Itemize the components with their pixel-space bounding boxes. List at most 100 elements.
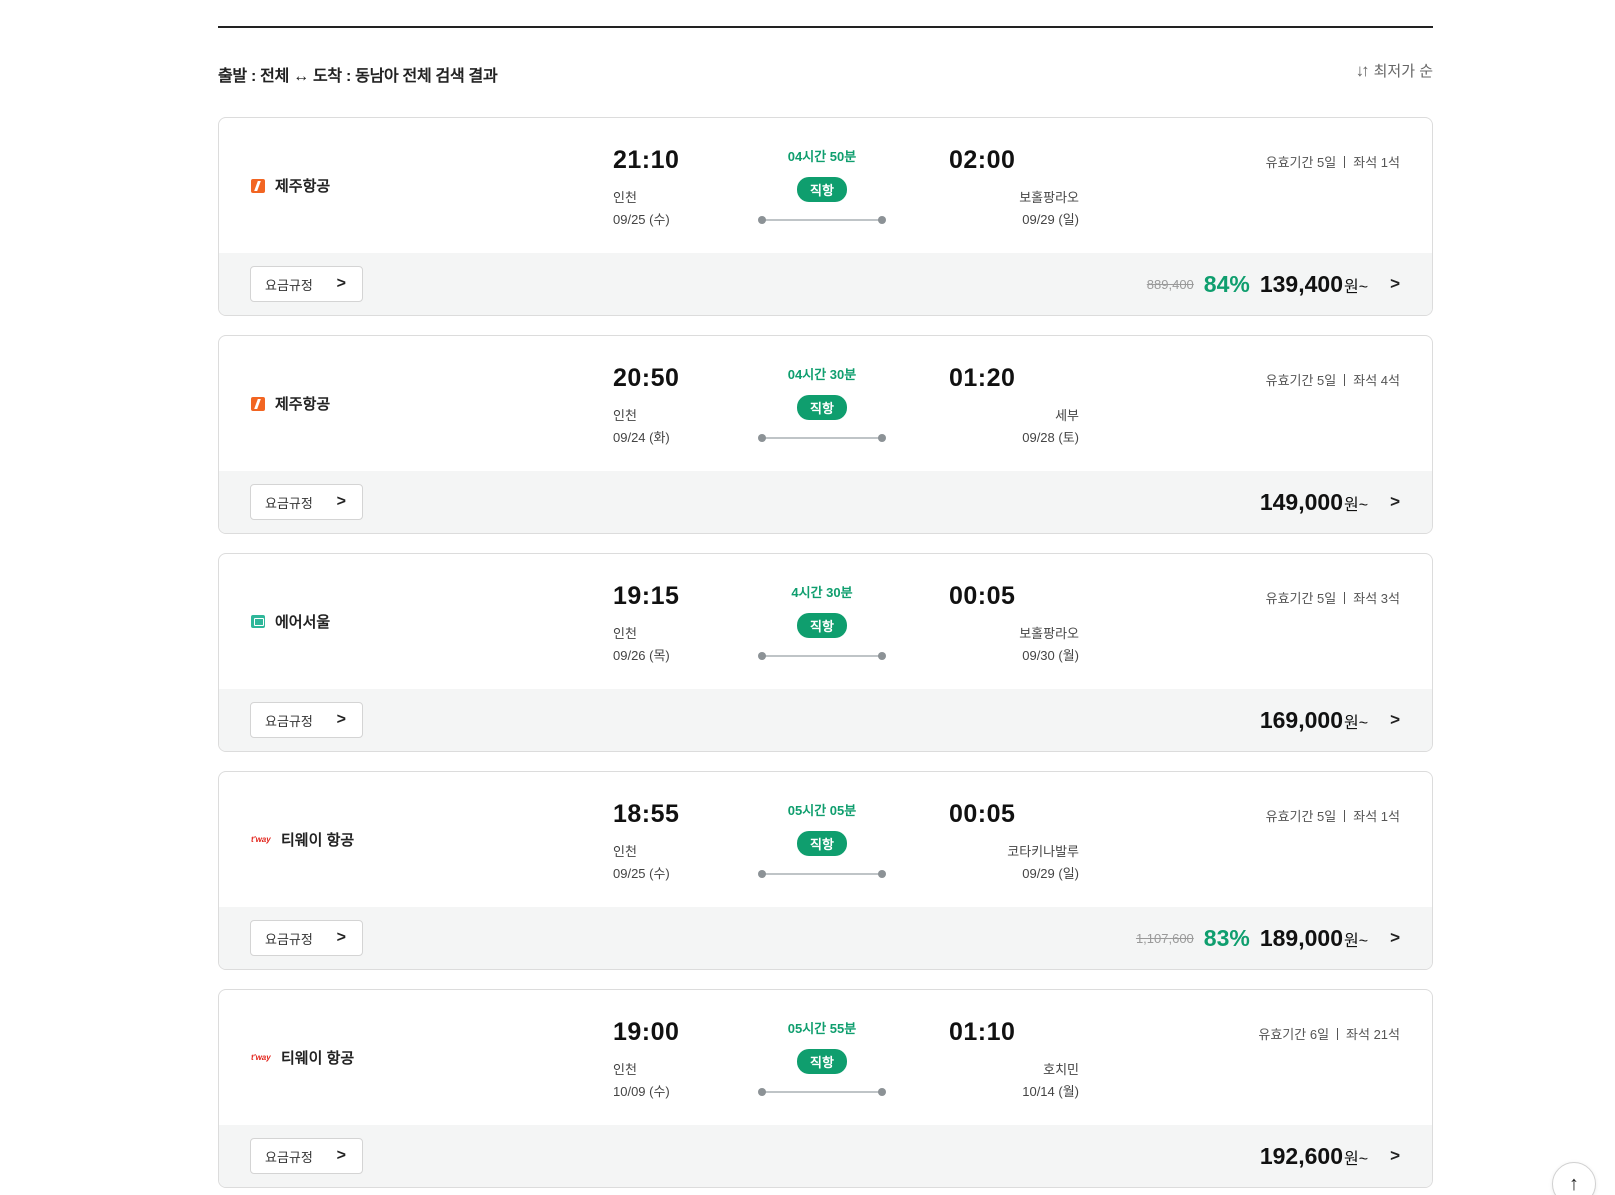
seats-left: 좌석 4석	[1353, 373, 1400, 388]
fare-rules-button[interactable]: 요금규정 >	[250, 920, 363, 956]
arrival-city: 보홀팡라오	[1019, 190, 1079, 205]
departure-time: 19:15	[613, 582, 680, 610]
currency-suffix: 원~	[1343, 714, 1369, 732]
price-bar: 요금규정 > 1,107,600 83% 189,000 원~ >	[219, 907, 1432, 969]
price-link[interactable]: 149,000 원~ >	[1260, 484, 1400, 520]
arrow-up-icon: ↑	[1569, 1172, 1579, 1195]
arrival-time: 00:05	[949, 800, 1016, 828]
arrival: 01:20 세부 09/28 (토)	[929, 364, 1079, 446]
airline: t'way 티웨이 항공	[251, 829, 354, 850]
validity-period: 유효기간 5일	[1265, 809, 1337, 824]
departure-city: 인천	[613, 190, 637, 205]
route-line	[758, 652, 886, 660]
departure-city: 인천	[613, 844, 637, 859]
price-bar: 요금규정 > 169,000 원~ >	[219, 689, 1432, 751]
discount-rate: 84%	[1203, 270, 1250, 297]
departure-date: 09/25 (수)	[613, 212, 670, 227]
currency-suffix: 원~	[1343, 496, 1369, 514]
price-value: 169,000	[1259, 706, 1343, 733]
arrival-date: 10/14 (월)	[1022, 1084, 1079, 1099]
sale-price: 189,000 원~	[1260, 925, 1368, 952]
airline: t'way 티웨이 항공	[251, 1047, 354, 1068]
fare-rules-button[interactable]: 요금규정 >	[250, 266, 363, 302]
arrival: 00:05 보홀팡라오 09/30 (월)	[929, 582, 1079, 664]
currency-suffix: 원~	[1343, 932, 1369, 950]
discount-rate: 83%	[1203, 924, 1250, 951]
price-value: 189,000	[1259, 924, 1343, 951]
original-price: 889,400	[1146, 276, 1194, 292]
flight-card[interactable]: t'way 티웨이 항공 19:00 인천 10/09 (수) 05시간 55분…	[218, 989, 1433, 1188]
price-value: 192,600	[1259, 1142, 1343, 1169]
flight-card[interactable]: t'way 티웨이 항공 18:55 인천 09/25 (수) 05시간 05분…	[218, 771, 1433, 970]
sale-price: 139,400 원~	[1260, 271, 1368, 298]
arrival-time: 01:10	[949, 1018, 1016, 1046]
chevron-right-icon: >	[336, 493, 346, 510]
airline: 제주항공	[251, 175, 330, 196]
chevron-right-icon: >	[336, 1147, 346, 1164]
departure-city: 인천	[613, 408, 637, 423]
origin-dot-icon	[758, 652, 766, 660]
flight-info: t'way 티웨이 항공 19:00 인천 10/09 (수) 05시간 55분…	[219, 990, 1432, 1126]
destination-dot-icon	[878, 434, 886, 442]
flight-route: 05시간 05분 직항	[757, 800, 887, 878]
arrival: 00:05 코타키나발루 09/29 (일)	[929, 800, 1079, 882]
destination-dot-icon	[878, 1088, 886, 1096]
price-link[interactable]: 1,107,600 83% 189,000 원~ >	[1136, 920, 1400, 956]
departure: 20:50 인천 09/24 (화)	[613, 364, 679, 446]
direct-badge: 직항	[797, 831, 847, 856]
airline: 제주항공	[251, 393, 330, 414]
destination-dot-icon	[878, 216, 886, 224]
direct-badge: 직항	[797, 395, 847, 420]
chevron-right-icon: >	[336, 275, 346, 292]
arrival-date: 09/28 (토)	[1022, 430, 1079, 445]
chevron-right-icon: >	[1390, 1146, 1400, 1165]
fare-rules-button[interactable]: 요금규정 >	[250, 1138, 363, 1174]
results-header: 출발 : 전체 ↔ 도착 : 동남아 전체 검색 결과 ↓↑ 최저가 순	[218, 60, 1433, 88]
airline-name: 티웨이 항공	[281, 1050, 355, 1067]
airline-name: 제주항공	[275, 396, 331, 413]
fare-rules-label: 요금규정	[265, 495, 313, 511]
sale-price: 192,600 원~	[1260, 1143, 1368, 1170]
arrival-city: 보홀팡라오	[1019, 626, 1079, 641]
direct-badge: 직항	[797, 177, 847, 202]
sort-button[interactable]: ↓↑ 최저가 순	[1356, 60, 1433, 81]
departure-date: 09/24 (화)	[613, 430, 670, 445]
flight-card[interactable]: 에어서울 19:15 인천 09/26 (목) 4시간 30분 직항 00:05…	[218, 553, 1433, 752]
price-link[interactable]: 192,600 원~ >	[1260, 1138, 1400, 1174]
flight-card[interactable]: 제주항공 21:10 인천 09/25 (수) 04시간 50분 직항 02:0…	[218, 117, 1433, 316]
fare-rules-button[interactable]: 요금규정 >	[250, 702, 363, 738]
flight-route: 04시간 50분 직항	[757, 146, 887, 224]
chevron-right-icon: >	[1390, 274, 1400, 293]
flight-info: 제주항공 20:50 인천 09/24 (화) 04시간 30분 직항 01:2…	[219, 336, 1432, 472]
route-line	[758, 1088, 886, 1096]
price-link[interactable]: 889,400 84% 139,400 원~ >	[1147, 266, 1400, 302]
chevron-right-icon: >	[336, 711, 346, 728]
arrival-date: 09/29 (일)	[1022, 212, 1079, 227]
airline-name: 에어서울	[275, 614, 331, 631]
chevron-right-icon: >	[1390, 928, 1400, 947]
sort-arrows-icon: ↓↑	[1355, 60, 1370, 80]
divider	[218, 26, 1433, 28]
sale-price: 149,000 원~	[1260, 489, 1368, 516]
airline: 에어서울	[251, 611, 330, 632]
validity-period: 유효기간 5일	[1265, 591, 1337, 606]
price-link[interactable]: 169,000 원~ >	[1260, 702, 1400, 738]
destination-dot-icon	[878, 870, 886, 878]
flight-duration: 04시간 30분	[787, 367, 857, 382]
departure: 19:00 인천 10/09 (수)	[613, 1018, 679, 1100]
tway-logo-icon: t'way	[251, 1052, 271, 1062]
flight-duration: 4시간 30분	[791, 585, 853, 600]
chevron-right-icon: >	[1390, 710, 1400, 729]
meta-divider	[1344, 809, 1346, 822]
flight-card[interactable]: 제주항공 20:50 인천 09/24 (화) 04시간 30분 직항 01:2…	[218, 335, 1433, 534]
route-line	[758, 434, 886, 442]
flight-duration: 05시간 55분	[787, 1021, 857, 1036]
ticket-meta: 유효기간 5일 좌석 3석	[1266, 588, 1400, 607]
price-bar: 요금규정 > 149,000 원~ >	[219, 471, 1432, 533]
origin-dot-icon	[758, 434, 766, 442]
price-bar: 요금규정 > 889,400 84% 139,400 원~ >	[219, 253, 1432, 315]
scroll-to-top-button[interactable]: ↑	[1552, 1162, 1596, 1195]
flight-info: 에어서울 19:15 인천 09/26 (목) 4시간 30분 직항 00:05…	[219, 554, 1432, 690]
flight-duration: 04시간 50분	[787, 149, 857, 164]
fare-rules-button[interactable]: 요금규정 >	[250, 484, 363, 520]
